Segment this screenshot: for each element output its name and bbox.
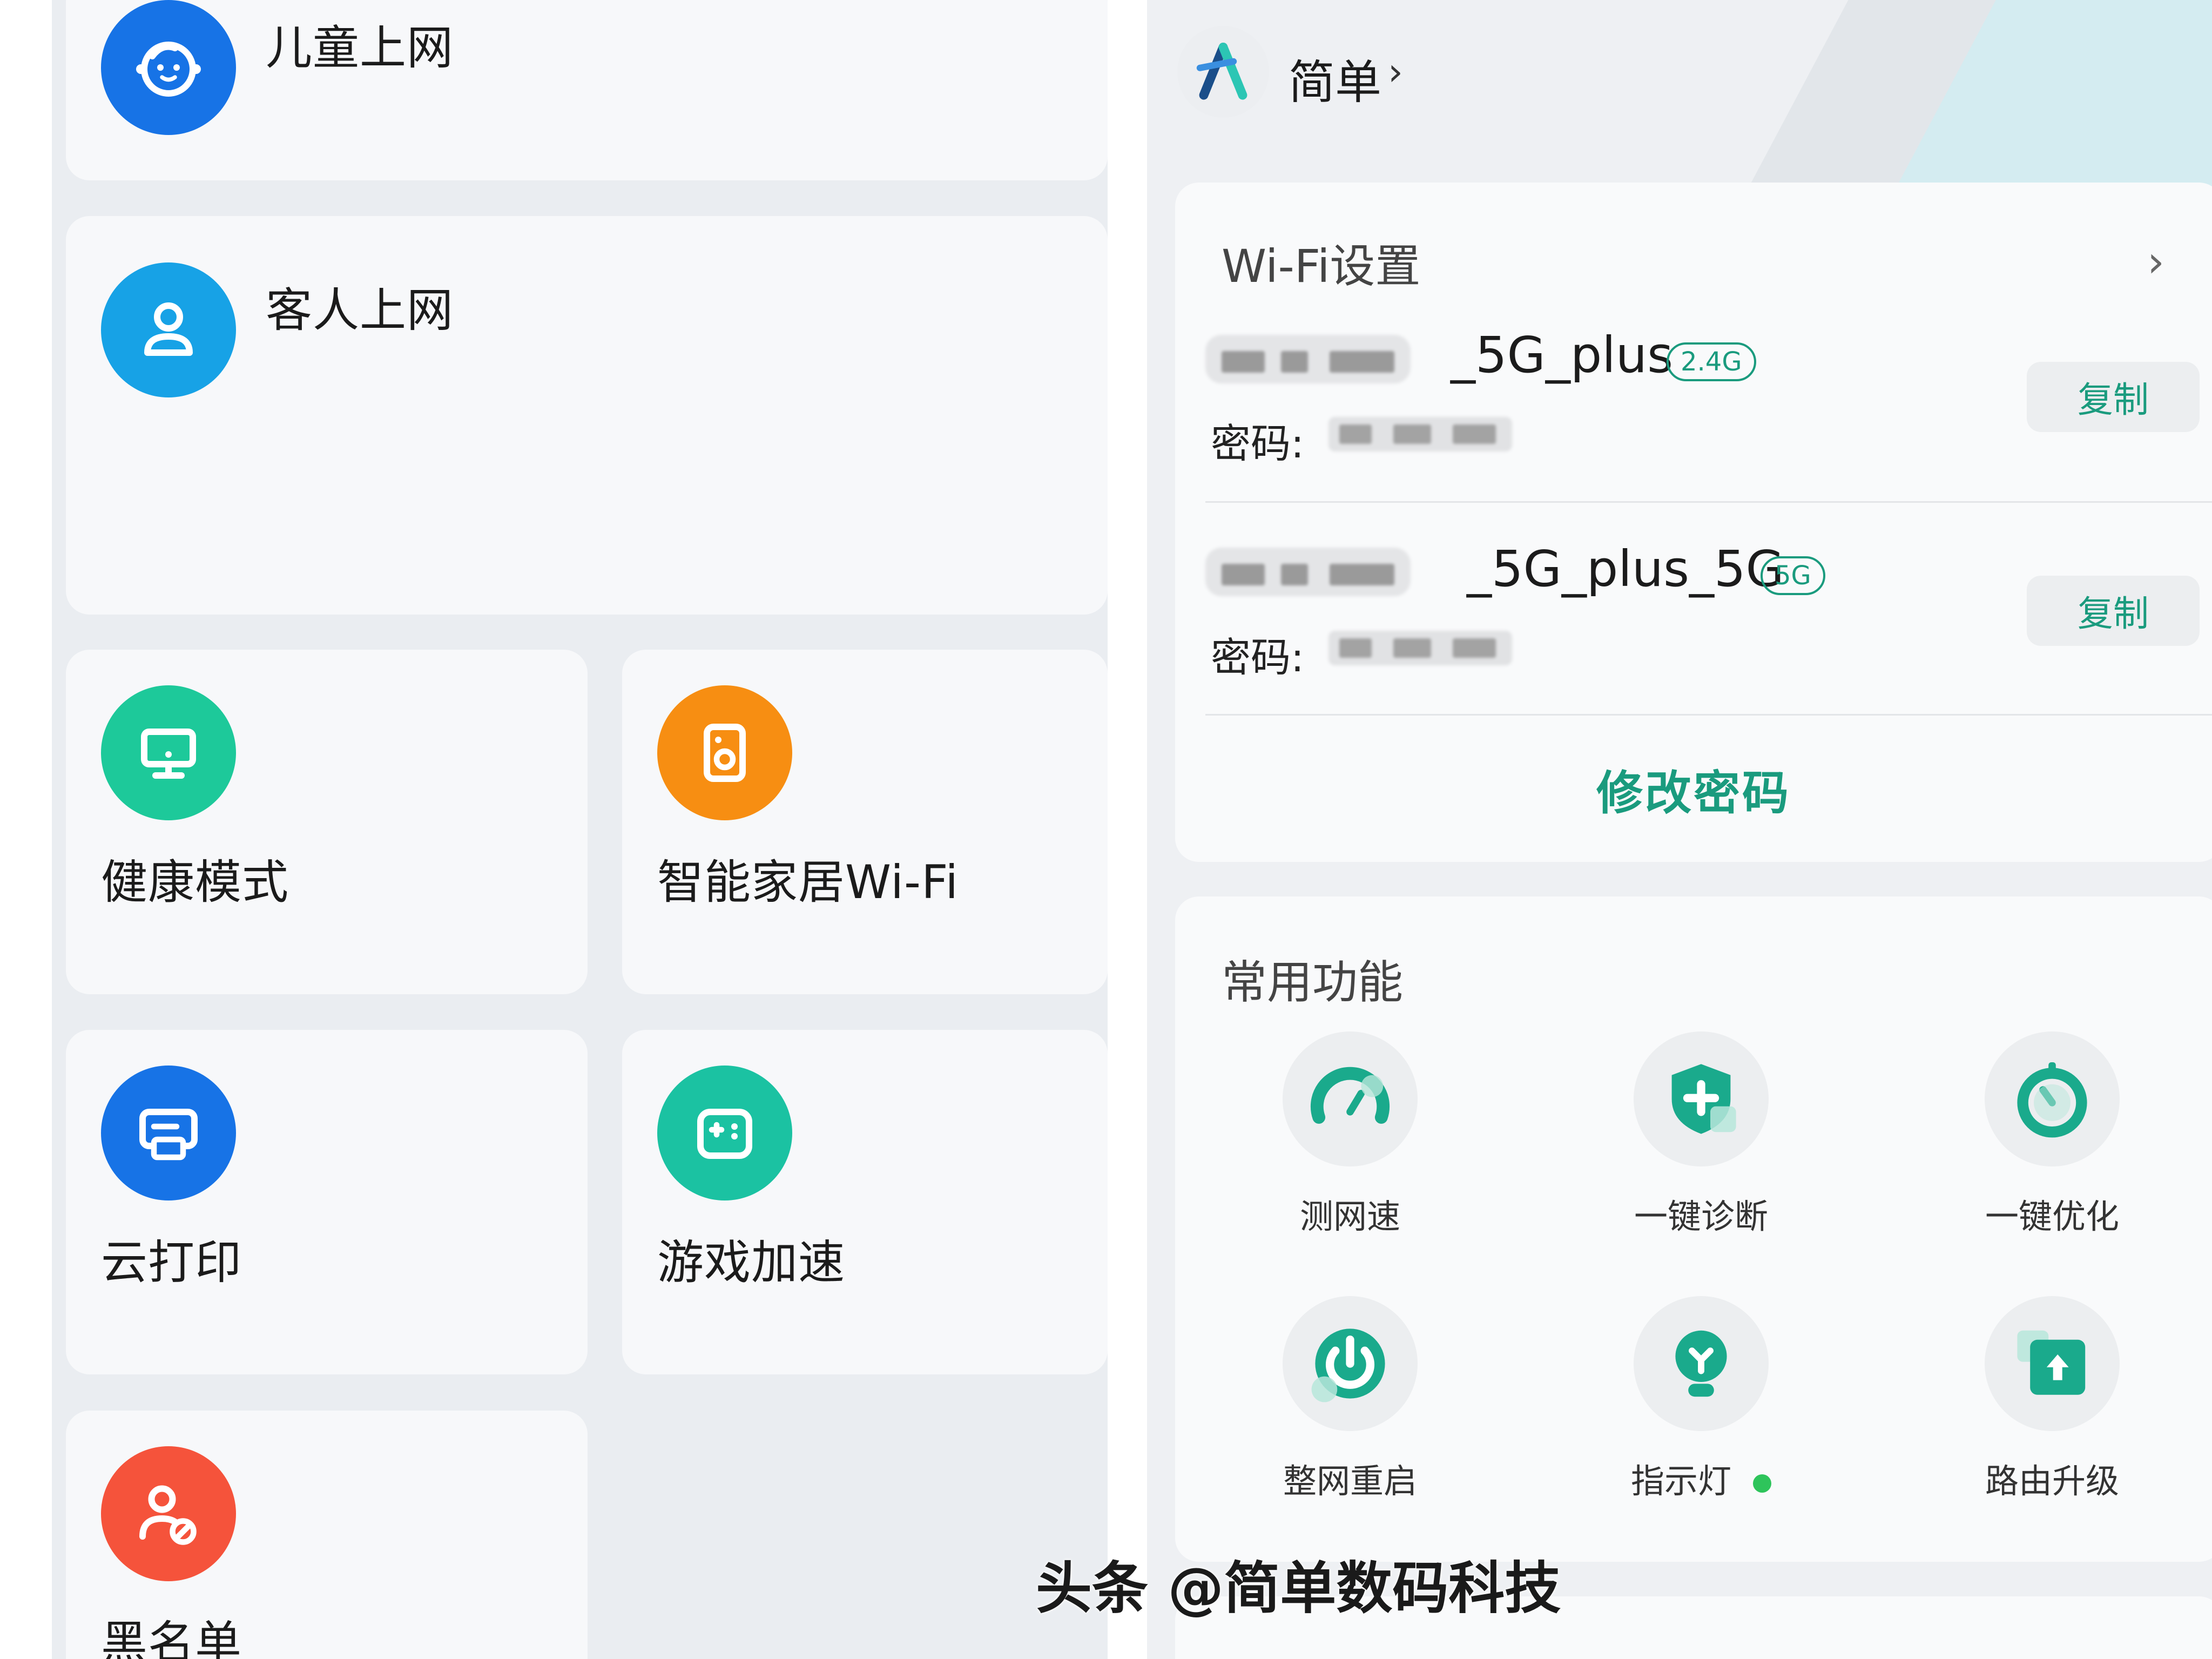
gamepad-icon — [657, 1065, 792, 1201]
password-masked-2g — [1328, 417, 1512, 451]
router-name[interactable]: 简单 — [1289, 44, 1381, 112]
left-screen: 儿童上网 客人上网 健康模式 智能家居Wi-Fi 云打印 游戏加速 黑名单 — [0, 0, 1108, 1659]
kids-online-label: 儿童上网 — [266, 21, 454, 75]
guest-online-card[interactable]: 客人上网 — [66, 216, 1108, 615]
indicator-light-button[interactable]: 指示灯 — [1566, 1296, 1836, 1502]
copy-button-2g[interactable]: 复制 — [2027, 362, 2200, 432]
upgrade-arrow-icon — [1985, 1296, 2120, 1431]
indicator-light-icon — [1634, 1296, 1769, 1431]
one-click-diagnose-button[interactable]: 一键诊断 — [1566, 1031, 1836, 1238]
password-label-5g: 密码: — [1211, 635, 1304, 681]
wifi-settings-title[interactable]: Wi-Fi设置 — [1222, 230, 1420, 295]
wifi-settings-card: Wi-Fi设置 › _5G_plus 2.4G 密码: 复制 _5G_plus_… — [1175, 183, 2212, 862]
common-functions-title: 常用功能 — [1222, 956, 1404, 1009]
band-badge-2g: 2.4G — [1667, 342, 1756, 381]
password-label-2g: 密码: — [1211, 421, 1304, 467]
health-mode-card[interactable]: 健康模式 — [66, 650, 588, 994]
change-password-button[interactable]: 修改密码 — [1175, 755, 2212, 822]
cloud-print-label: 云打印 — [101, 1236, 242, 1290]
blacklist-card[interactable]: 黑名单 — [66, 1411, 588, 1659]
speed-test-button[interactable]: 测网速 — [1215, 1031, 1485, 1238]
network-restart-label: 整网重启 — [1283, 1461, 1417, 1501]
network-restart-button[interactable]: 整网重启 — [1215, 1296, 1485, 1502]
power-restart-icon — [1283, 1296, 1418, 1431]
ssid-5g: _5G_plus_5G — [1467, 540, 1784, 598]
common-functions-card: 常用功能 测网速 一键诊断 一键优化 整网重启 指示灯 路由升级 — [1175, 896, 2212, 1562]
kids-online-card[interactable]: 儿童上网 — [66, 0, 1108, 180]
divider — [1205, 714, 2212, 716]
watermark-text: 头条 @简单数码科技 — [1036, 1555, 1561, 1621]
divider — [1205, 501, 2212, 503]
router-upgrade-button[interactable]: 路由升级 — [1917, 1296, 2187, 1502]
child-face-icon — [101, 0, 236, 135]
health-mode-label: 健康模式 — [101, 855, 289, 909]
right-screen: 简单 › Wi-Fi设置 › _5G_plus 2.4G 密码: 复制 _5G_… — [1147, 0, 2212, 1659]
speed-test-label: 测网速 — [1299, 1197, 1400, 1236]
band-badge-5g: 5G — [1761, 556, 1825, 595]
smart-home-wifi-card[interactable]: 智能家居Wi-Fi — [622, 650, 1108, 994]
game-boost-card[interactable]: 游戏加速 — [622, 1030, 1108, 1374]
ssid-2g: _5G_plus — [1451, 326, 1674, 384]
printer-icon — [101, 1065, 236, 1201]
a-logo-icon[interactable] — [1177, 26, 1269, 118]
smart-home-wifi-label: 智能家居Wi-Fi — [657, 855, 959, 909]
person-icon — [101, 262, 236, 397]
optimize-timer-icon — [1985, 1031, 2120, 1166]
speedometer-icon — [1283, 1031, 1418, 1166]
router-upgrade-label: 路由升级 — [1985, 1461, 2119, 1501]
blocked-user-icon — [101, 1446, 236, 1581]
game-boost-label: 游戏加速 — [657, 1236, 845, 1290]
one-click-optimize-label: 一键优化 — [1985, 1197, 2119, 1236]
one-click-optimize-button[interactable]: 一键优化 — [1917, 1031, 2187, 1238]
wifi-settings-chevron-icon[interactable]: › — [2147, 237, 2164, 287]
status-dot-icon — [1753, 1474, 1771, 1493]
ssid-masked — [1205, 335, 1411, 383]
password-masked-5g — [1328, 631, 1512, 665]
router-chevron-icon[interactable]: › — [1388, 50, 1403, 94]
shield-plus-icon — [1634, 1031, 1769, 1166]
guest-online-label: 客人上网 — [266, 284, 454, 338]
one-click-diagnose-label: 一键诊断 — [1634, 1197, 1768, 1236]
smart-device-icon — [657, 685, 792, 820]
indicator-light-label: 指示灯 — [1566, 1454, 1836, 1502]
cloud-print-card[interactable]: 云打印 — [66, 1030, 588, 1374]
copy-button-5g[interactable]: 复制 — [2027, 576, 2200, 646]
blacklist-label: 黑名单 — [101, 1616, 242, 1659]
monitor-icon — [101, 685, 236, 820]
ssid-masked — [1205, 548, 1411, 596]
